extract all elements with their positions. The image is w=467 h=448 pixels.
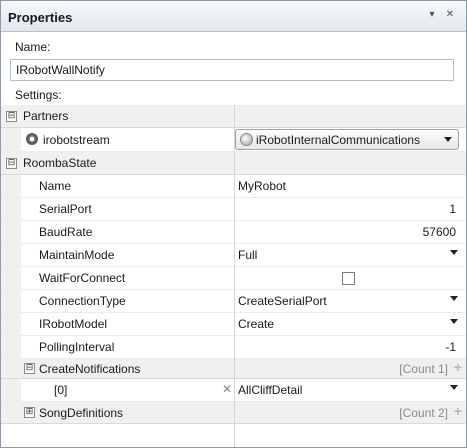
property-value[interactable]: MyRobot <box>238 179 286 193</box>
collapse-createnotifications-icon[interactable]: ⊟ <box>24 363 35 374</box>
collection-count: [Count 1] <box>399 362 448 376</box>
partner-irobotstream-combo[interactable]: iRobotInternalCommunications <box>235 129 459 150</box>
property-key: SerialPort <box>39 202 92 216</box>
row-gutter <box>1 313 21 335</box>
property-key: MaintainMode <box>39 248 115 262</box>
add-item-icon[interactable]: + <box>454 403 462 419</box>
collection-item-value[interactable]: AllCliffDetail <box>238 383 302 397</box>
property-key: Name <box>39 179 72 193</box>
gear-icon <box>26 133 38 145</box>
row-gutter <box>1 198 21 220</box>
expand-songdefinitions-icon[interactable]: ⊞ <box>24 407 35 418</box>
partner-irobotstream-value: iRobotInternalCommunications <box>256 133 421 147</box>
row-gutter <box>1 221 21 243</box>
settings-label: Settings: <box>15 88 62 102</box>
chevron-down-icon[interactable] <box>450 296 458 301</box>
row-gutter <box>1 290 21 312</box>
category-partners-label: Partners <box>23 109 69 123</box>
name-input[interactable] <box>11 60 453 80</box>
service-icon <box>240 133 253 146</box>
properties-panel: Properties ▾ ✕ Name: Settings: ⊟ Partner… <box>0 0 467 448</box>
property-value[interactable]: Create <box>238 317 274 331</box>
panel-title: Properties <box>8 10 73 25</box>
collection-key: CreateNotifications <box>39 362 141 376</box>
chevron-down-icon[interactable] <box>450 250 458 255</box>
panel-titlebar: Properties ▾ ✕ <box>1 1 466 32</box>
property-value[interactable]: 1 <box>449 202 456 216</box>
row-gutter <box>1 244 21 266</box>
collection-count: [Count 2] <box>399 406 448 420</box>
row-gutter <box>1 379 21 401</box>
property-grid: ⊟ Partners irobotstream iRobotInternalCo… <box>1 105 466 447</box>
column-divider[interactable] <box>234 105 235 447</box>
property-value[interactable]: 57600 <box>423 225 456 239</box>
partner-irobotstream-key: irobotstream <box>43 133 110 147</box>
pin-dropdown-icon[interactable]: ▾ <box>424 7 440 23</box>
property-key: PollingInterval <box>39 340 115 354</box>
property-key: ConnectionType <box>39 294 126 308</box>
category-roombastate-label: RoombaState <box>23 156 97 170</box>
chevron-down-icon[interactable] <box>444 137 452 142</box>
property-value[interactable]: CreateSerialPort <box>238 294 327 308</box>
name-label: Name: <box>15 40 51 54</box>
row-gutter <box>1 128 21 151</box>
property-key: WaitForConnect <box>39 271 126 285</box>
chevron-down-icon[interactable] <box>450 319 458 324</box>
property-value[interactable]: -1 <box>445 340 456 354</box>
remove-item-icon[interactable]: ✕ <box>222 382 232 396</box>
chevron-down-icon[interactable] <box>450 385 458 390</box>
row-gutter <box>1 267 21 289</box>
property-key: BaudRate <box>39 225 93 239</box>
collection-item-index: [0] <box>54 383 68 397</box>
collapse-roombastate-icon[interactable]: ⊟ <box>6 158 17 169</box>
collection-key: SongDefinitions <box>39 406 124 420</box>
row-gutter <box>1 175 21 197</box>
name-field[interactable] <box>10 59 454 81</box>
row-gutter <box>1 336 21 358</box>
property-value[interactable]: Full <box>238 248 257 262</box>
waitforconnect-checkbox[interactable] <box>342 272 355 285</box>
property-key: IRobotModel <box>39 317 108 331</box>
add-item-icon[interactable]: + <box>454 359 462 375</box>
close-icon[interactable]: ✕ <box>442 7 458 23</box>
collapse-partners-icon[interactable]: ⊟ <box>6 111 17 122</box>
